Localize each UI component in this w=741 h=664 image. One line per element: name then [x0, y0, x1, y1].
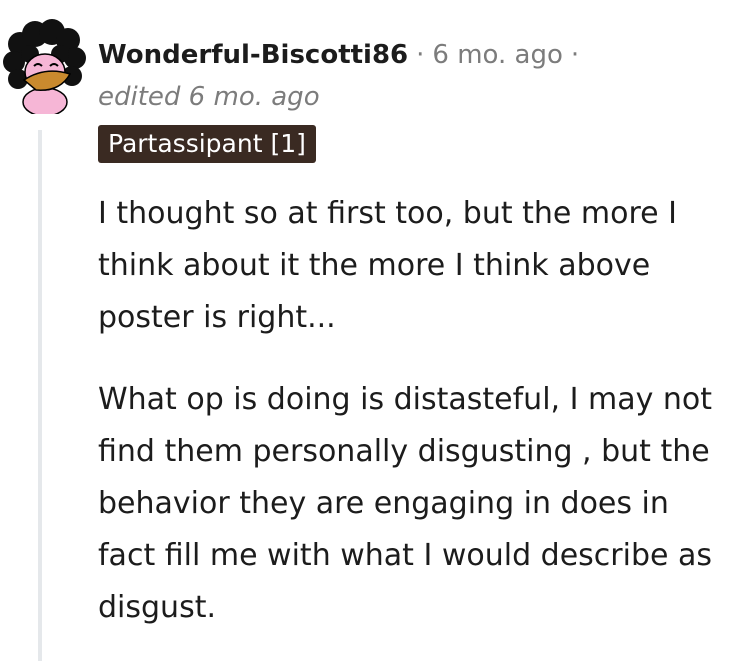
comment-paragraph: I thought so at first too, but the more … [98, 196, 678, 335]
comment-paragraph: What op is doing is distasteful, I may n… [98, 382, 713, 625]
comment-meta: Wonderful-Biscotti86 · 6 mo. ago · [98, 36, 587, 74]
avatar-svg [3, 19, 86, 117]
edited-label: edited 6 mo. ago [98, 82, 320, 112]
thread-line[interactable] [38, 130, 42, 661]
user-flair-badge: Partassipant [1] [98, 125, 316, 163]
meta-separator-trailing: · [570, 40, 580, 70]
meta-separator: · [416, 40, 425, 70]
user-avatar-icon[interactable] [0, 14, 90, 117]
comment-timestamp[interactable]: 6 mo. ago [432, 40, 562, 70]
author-link[interactable]: Wonderful-Biscotti86 [98, 40, 408, 70]
comment-body: I thought so at first too, but the more … [98, 188, 728, 664]
